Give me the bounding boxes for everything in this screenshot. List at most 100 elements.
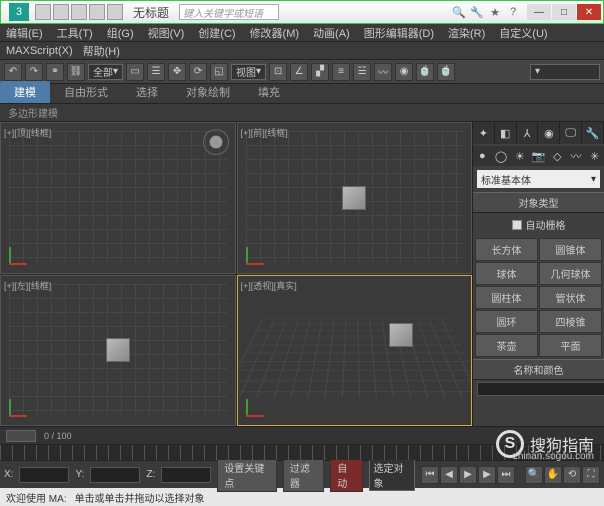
filters-button[interactable]: 过滤器 (283, 458, 324, 492)
primitive-teapot[interactable]: 茶壶 (475, 334, 538, 357)
spacewarps-subtab-icon[interactable]: 〰 (567, 146, 586, 166)
object-name-input[interactable] (477, 382, 604, 396)
viewport-left[interactable]: [+][左][线框] (0, 275, 236, 427)
scale-icon[interactable]: ◱ (210, 63, 228, 81)
setkey-button[interactable]: 设置关键点 (217, 458, 277, 492)
viewport-label[interactable]: [+][左][线框] (4, 279, 51, 292)
goto-end-icon[interactable]: ⏭ (497, 466, 515, 484)
pan-icon[interactable]: ✋ (544, 466, 562, 484)
primitive-box[interactable]: 长方体 (475, 238, 538, 261)
qat-open-icon[interactable] (53, 4, 69, 20)
menu-modifiers[interactable]: 修改器(M) (250, 25, 300, 41)
rollout-object-type[interactable]: 对象类型 (473, 192, 604, 213)
coord-x-input[interactable] (19, 467, 69, 483)
snap-icon[interactable]: ⊡ (269, 63, 287, 81)
move-icon[interactable]: ✥ (168, 63, 186, 81)
menu-tools[interactable]: 工具(T) (57, 25, 93, 41)
geometry-subtab-icon[interactable]: ● (473, 146, 492, 166)
helpers-subtab-icon[interactable]: ◇ (548, 146, 567, 166)
tab-modeling[interactable]: 建模 (0, 81, 50, 103)
object-cube[interactable] (342, 186, 366, 210)
angle-snap-icon[interactable]: ∠ (290, 63, 308, 81)
tab-selection[interactable]: 选择 (122, 81, 172, 103)
material-editor-icon[interactable]: ◉ (395, 63, 413, 81)
menu-help[interactable]: 帮助(H) (83, 43, 120, 59)
create-tab-icon[interactable]: ✦ (473, 122, 495, 144)
curve-editor-icon[interactable]: 〰 (374, 63, 392, 81)
primitive-geosphere[interactable]: 几何球体 (539, 262, 602, 285)
tab-populate[interactable]: 填充 (244, 81, 294, 103)
viewport-perspective[interactable]: [+][透视][真实] (237, 275, 473, 427)
coord-y-input[interactable] (90, 467, 140, 483)
link-icon[interactable]: ⚭ (46, 63, 64, 81)
select-icon[interactable]: ▭ (126, 63, 144, 81)
menu-group[interactable]: 组(G) (107, 25, 134, 41)
select-name-icon[interactable]: ☰ (147, 63, 165, 81)
object-cube[interactable] (106, 338, 130, 362)
orbit-icon[interactable]: ⟲ (563, 466, 581, 484)
coord-z-input[interactable] (161, 467, 211, 483)
tab-objectpaint[interactable]: 对象绘制 (172, 81, 244, 103)
render-preset-dropdown[interactable]: ▾ (530, 64, 600, 80)
primitive-pyramid[interactable]: 四棱锥 (539, 310, 602, 333)
keymode-dropdown[interactable]: 选定对象 (369, 459, 416, 491)
autokey-button[interactable]: 自动 (330, 458, 362, 492)
viewport-label[interactable]: [+][前][线框] (241, 126, 288, 139)
menu-customize[interactable]: 自定义(U) (499, 25, 547, 41)
qat-redo-icon[interactable] (107, 4, 123, 20)
lights-subtab-icon[interactable]: ☀ (510, 146, 529, 166)
redo-icon[interactable]: ↷ (25, 63, 43, 81)
menu-grapheditors[interactable]: 图形编辑器(D) (364, 25, 434, 41)
autogrid-checkbox[interactable] (512, 220, 522, 230)
search-input[interactable]: 键入关键字或短语 (179, 4, 279, 20)
object-cube[interactable] (389, 323, 413, 347)
layers-icon[interactable]: ☱ (353, 63, 371, 81)
display-tab-icon[interactable]: 🖵 (560, 122, 582, 144)
primitive-cylinder[interactable]: 圆柱体 (475, 286, 538, 309)
rotate-icon[interactable]: ⟳ (189, 63, 207, 81)
help-icon[interactable]: ? (505, 4, 521, 20)
render-setup-icon[interactable]: 🍵 (416, 63, 434, 81)
play-icon[interactable]: ▶ (459, 466, 477, 484)
menu-create[interactable]: 创建(C) (198, 25, 235, 41)
primitive-tube[interactable]: 管状体 (539, 286, 602, 309)
cameras-subtab-icon[interactable]: 📷 (529, 146, 548, 166)
refcoord-dropdown[interactable]: 视图 ▾ (231, 64, 266, 80)
category-dropdown[interactable]: 标准基本体▾ (477, 170, 600, 188)
shapes-subtab-icon[interactable]: ◯ (492, 146, 511, 166)
time-slider[interactable]: 0 / 100 (0, 426, 604, 444)
hierarchy-tab-icon[interactable]: ⅄ (517, 122, 539, 144)
maximize-button[interactable]: □ (552, 4, 576, 20)
modify-tab-icon[interactable]: ◧ (495, 122, 517, 144)
render-icon[interactable]: 🍵 (437, 63, 455, 81)
prev-frame-icon[interactable]: ◀ (440, 466, 458, 484)
primitive-plane[interactable]: 平面 (539, 334, 602, 357)
rollout-name-color[interactable]: 名称和颜色 (473, 359, 604, 380)
maximize-viewport-icon[interactable]: ⛶ (582, 466, 600, 484)
zoom-icon[interactable]: 🔍 (525, 466, 543, 484)
viewport-layout-icon[interactable] (6, 430, 36, 442)
motion-tab-icon[interactable]: ◉ (538, 122, 560, 144)
menu-animation[interactable]: 动画(A) (313, 25, 350, 41)
systems-subtab-icon[interactable]: ✳ (585, 146, 604, 166)
primitive-sphere[interactable]: 球体 (475, 262, 538, 285)
track-bar[interactable] (0, 444, 604, 460)
viewport-top[interactable]: [+][顶][线框] (0, 122, 236, 274)
qat-new-icon[interactable] (35, 4, 51, 20)
viewport-label[interactable]: [+][顶][线框] (4, 126, 51, 139)
menu-rendering[interactable]: 渲染(R) (448, 25, 485, 41)
menu-maxscript[interactable]: MAXScript(X) (6, 45, 73, 57)
selection-filter-dropdown[interactable]: 全部 ▾ (88, 64, 123, 80)
viewport-front[interactable]: [+][前][线框] (237, 122, 473, 274)
qat-undo-icon[interactable] (89, 4, 105, 20)
unlink-icon[interactable]: ⛓ (67, 63, 85, 81)
viewport-label[interactable]: [+][透视][真实] (241, 279, 297, 292)
key-icon[interactable]: 🔧 (469, 4, 485, 20)
app-menu-button[interactable]: 3 (9, 3, 29, 21)
tab-freeform[interactable]: 自由形式 (50, 81, 122, 103)
mirror-icon[interactable]: ▞ (311, 63, 329, 81)
minimize-button[interactable]: — (527, 4, 551, 20)
primitive-torus[interactable]: 圆环 (475, 310, 538, 333)
goto-start-icon[interactable]: ⏮ (421, 466, 439, 484)
star-icon[interactable]: ★ (487, 4, 503, 20)
